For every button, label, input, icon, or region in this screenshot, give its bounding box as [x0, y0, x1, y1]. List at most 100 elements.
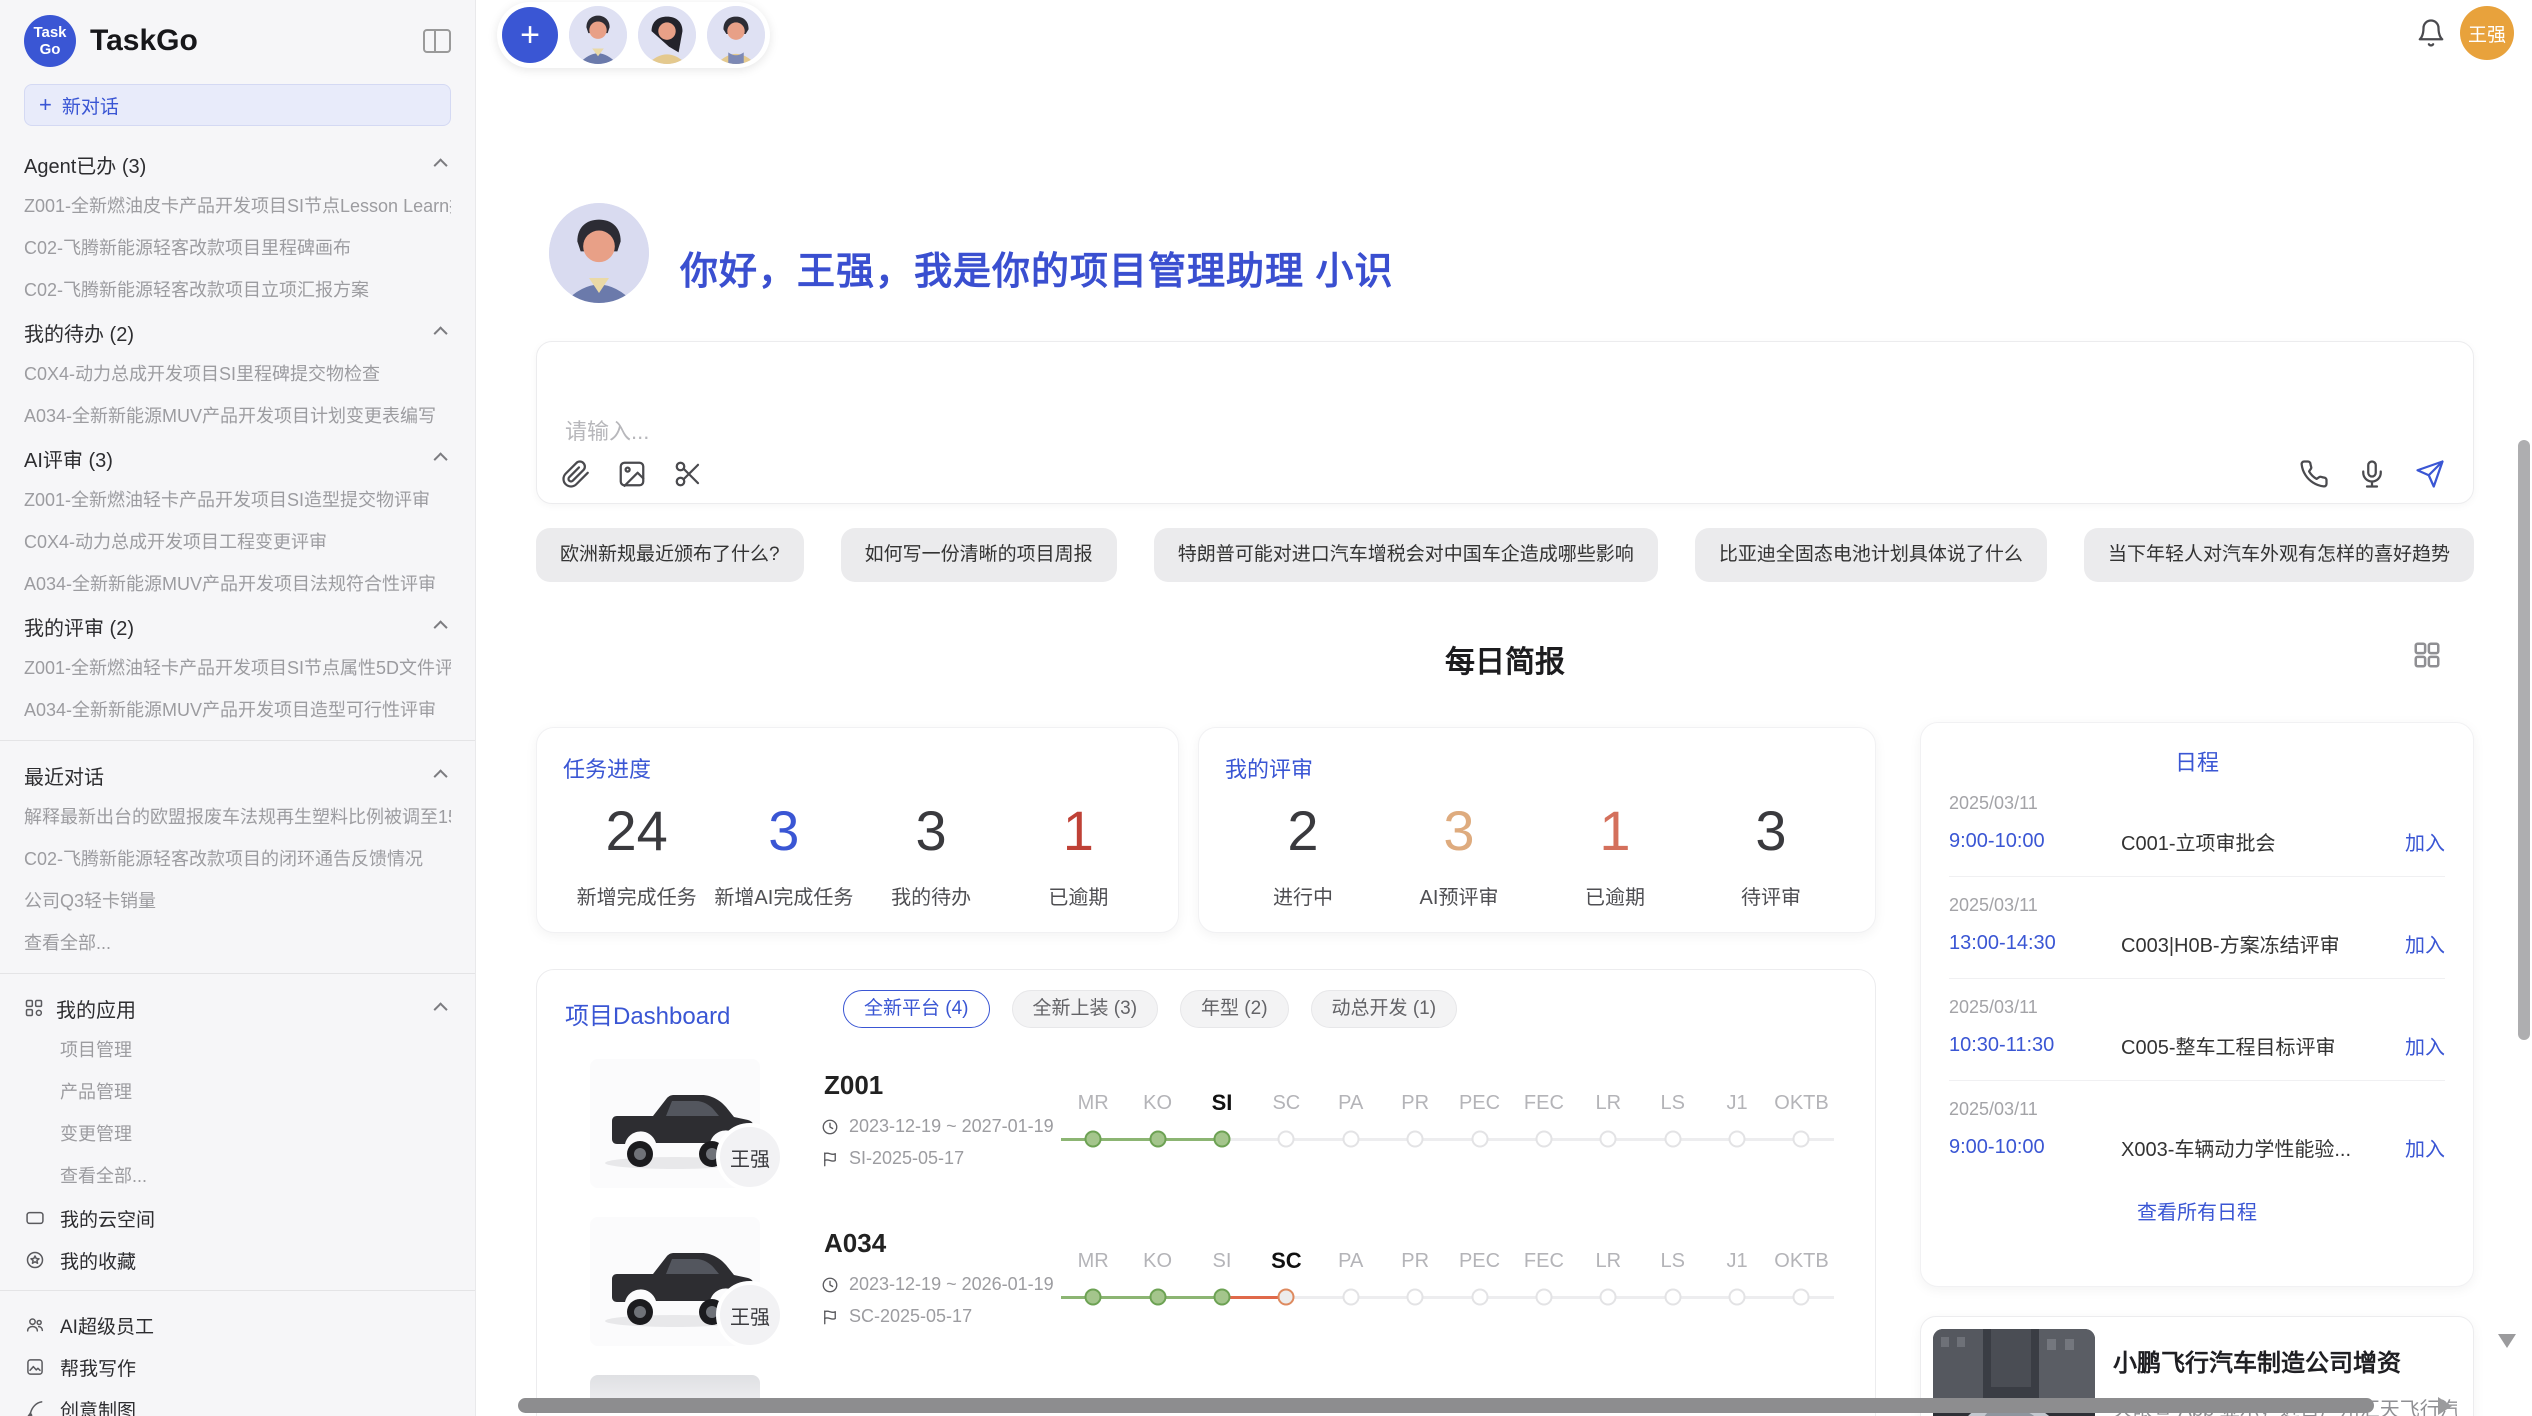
card-title: 任务进度 [563, 752, 1152, 784]
sidebar-item[interactable]: C0X4-动力总成开发项目工程变更评审 [24, 530, 451, 554]
milestone-fec: FEC [1512, 1248, 1576, 1320]
milestone-mr: MR [1061, 1090, 1125, 1162]
sidebar-item-app[interactable]: 产品管理 [24, 1080, 451, 1104]
chevron-up-icon [434, 1002, 448, 1016]
join-button[interactable]: 加入 [2405, 827, 2445, 856]
image-upload-icon[interactable] [617, 459, 649, 491]
milestone-sc: SC [1254, 1248, 1318, 1320]
sidebar-item[interactable]: C02-飞腾新能源轻客改款项目的闭环通告反馈情况 [24, 847, 451, 871]
schedule-event: 2025/03/11 9:00-10:00X003-车辆动力学性能验...加入 [1949, 1081, 2445, 1182]
plus-icon: + [39, 92, 52, 118]
attachment-icon[interactable] [561, 459, 593, 491]
sidebar-item[interactable]: Z001-全新燃油皮卡产品开发项目SI节点Lesson Learn报告 [24, 194, 451, 218]
scissors-icon[interactable] [673, 459, 705, 491]
scroll-down-arrow[interactable] [2498, 1334, 2516, 1348]
layout-grid-icon[interactable] [2412, 640, 2442, 670]
sidebar-item-app[interactable]: 项目管理 [24, 1038, 451, 1062]
join-button[interactable]: 加入 [2405, 1031, 2445, 1060]
schedule-event: 2025/03/11 10:30-11:30C005-整车工程目标评审加入 [1949, 979, 2445, 1081]
schedule-event: 2025/03/11 9:00-10:00C001-立项审批会加入 [1949, 775, 2445, 877]
sidebar-item-view-all[interactable]: 查看全部... [24, 931, 451, 955]
stat-new-done: 24新增完成任务 [563, 798, 710, 910]
vertical-scrollbar[interactable] [2518, 440, 2530, 1040]
section-header-ai-review[interactable]: AI评审 (3) [24, 446, 451, 470]
sidebar-item[interactable]: A034-全新新能源MUV产品开发项目法规符合性评审 [24, 572, 451, 596]
star-medal-icon [24, 1249, 46, 1271]
divider [0, 740, 475, 741]
join-button[interactable]: 加入 [2405, 929, 2445, 958]
phone-call-icon[interactable] [2299, 459, 2331, 491]
stat-overdue: 1已逾期 [1005, 798, 1152, 910]
event-date: 2025/03/11 [1949, 793, 2445, 814]
view-all-schedule-link[interactable]: 查看所有日程 [1949, 1196, 2445, 1225]
suggestion-chip[interactable]: 如何写一份清晰的项目周报 [841, 528, 1117, 582]
card-title: 我的评审 [1225, 752, 1849, 784]
avatar-agent-1[interactable] [569, 6, 627, 64]
milestone-lr: LR [1576, 1248, 1640, 1320]
project-dates: 2023-12-19 ~ 2026-01-19 [821, 1274, 1054, 1295]
tab-powertrain[interactable]: 动总开发 (1) [1311, 990, 1458, 1028]
milestone-pa: PA [1319, 1248, 1383, 1320]
scroll-right-arrow[interactable] [2438, 1397, 2452, 1415]
stat-overdue: 1已逾期 [1537, 798, 1693, 910]
greeting-text: 你好，王强，我是你的项目管理助理 小识 [680, 240, 1394, 295]
section-header-my-review[interactable]: 我的评审 (2) [24, 614, 451, 638]
tab-new-body[interactable]: 全新上装 (3) [1012, 990, 1159, 1028]
suggestion-chip[interactable]: 当下年轻人对汽车外观有怎样的喜好趋势 [2084, 528, 2474, 582]
people-icon [24, 1314, 46, 1336]
message-composer[interactable]: 请输入... [536, 341, 2474, 504]
schedule-card: 日程 2025/03/11 9:00-10:00C001-立项审批会加入 202… [1920, 722, 2474, 1287]
sidebar-item-view-all[interactable]: 查看全部... [24, 1164, 451, 1188]
notification-bell-icon[interactable] [2416, 18, 2446, 48]
suggestion-chip[interactable]: 特朗普可能对进口汽车增税会对中国车企造成哪些影响 [1154, 528, 1658, 582]
sidebar-item[interactable]: Z001-全新燃油轻卡产品开发项目SI造型提交物评审 [24, 488, 451, 512]
chevron-up-icon [434, 620, 448, 634]
stat-ai-prereview: 3AI预评审 [1381, 798, 1537, 910]
tab-new-platform[interactable]: 全新平台 (4) [843, 990, 990, 1028]
avatar-agent-3[interactable] [707, 6, 765, 64]
milestone-track-a034: MRKOSISCPAPRPECFECLRLSJ1OKTB [1061, 1248, 1834, 1320]
send-icon[interactable] [2415, 459, 2447, 491]
milestone-j1: J1 [1705, 1248, 1769, 1320]
project-flag-date: SC-2025-05-17 [821, 1306, 972, 1327]
sidebar-item-app[interactable]: 变更管理 [24, 1122, 451, 1146]
image-doc-icon [24, 1356, 46, 1378]
sidebar-item[interactable]: A034-全新新能源MUV产品开发项目造型可行性评审 [24, 698, 451, 722]
milestone-ko: KO [1125, 1248, 1189, 1320]
new-chat-button[interactable]: + 新对话 [24, 84, 451, 126]
news-title: 小鹏飞行汽车制造公司增资 [2113, 1343, 2401, 1378]
project-code[interactable]: A034 [824, 1228, 886, 1259]
section-header-my-todo[interactable]: 我的待办 (2) [24, 320, 451, 344]
section-header-my-apps[interactable]: 我的应用 [24, 996, 451, 1020]
apps-grid-icon [24, 998, 44, 1018]
sidebar-item[interactable]: 解释最新出台的欧盟报废车法规再生塑料比例被调至15%... [24, 805, 451, 829]
sidebar-item-cloud-space[interactable]: 我的云空间 [24, 1206, 451, 1230]
stat-new-ai-done: 3新增AI完成任务 [710, 798, 857, 910]
sidebar-item[interactable]: Z001-全新燃油轻卡产品开发项目SI节点属性5D文件评审 [24, 656, 451, 680]
avatar-agent-2[interactable] [638, 6, 696, 64]
section-header-agent-done[interactable]: Agent已办 (3) [24, 152, 451, 176]
sidebar-item[interactable]: A034-全新新能源MUV产品开发项目计划变更表编写 [24, 404, 451, 428]
sidebar-item-ai-employee[interactable]: AI超级员工 [24, 1313, 451, 1337]
microphone-icon[interactable] [2357, 459, 2389, 491]
sidebar-item-creative-draw[interactable]: 创意制图 [24, 1397, 451, 1416]
sidebar-collapse-icon[interactable] [423, 29, 451, 53]
sidebar-item[interactable]: C02-飞腾新能源轻客改款项目立项汇报方案 [24, 278, 451, 302]
user-avatar[interactable]: 王强 [2460, 6, 2514, 60]
sidebar-item-favorites[interactable]: 我的收藏 [24, 1248, 451, 1272]
tab-year-model[interactable]: 年型 (2) [1180, 990, 1289, 1028]
add-session-button[interactable]: + [502, 7, 558, 63]
suggestion-chip[interactable]: 比亚迪全固态电池计划具体说了什么 [1695, 528, 2047, 582]
sidebar-item[interactable]: C02-飞腾新能源轻客改款项目里程碑画布 [24, 236, 451, 260]
milestone-mr: MR [1061, 1248, 1125, 1320]
project-code[interactable]: Z001 [824, 1070, 883, 1101]
horizontal-scrollbar[interactable] [518, 1398, 2374, 1413]
session-pill: + [497, 2, 770, 68]
sidebar: Task Go TaskGo + 新对话 Agent已办 (3) Z001-全新… [0, 0, 476, 1416]
sidebar-item[interactable]: C0X4-动力总成开发项目SI里程碑提交物检查 [24, 362, 451, 386]
suggestion-chip[interactable]: 欧洲新规最近颁布了什么? [536, 528, 804, 582]
join-button[interactable]: 加入 [2405, 1133, 2445, 1162]
sidebar-item[interactable]: 公司Q3轻卡销量 [24, 889, 451, 913]
section-header-recent[interactable]: 最近对话 [24, 763, 451, 787]
sidebar-item-help-write[interactable]: 帮我写作 [24, 1355, 451, 1379]
